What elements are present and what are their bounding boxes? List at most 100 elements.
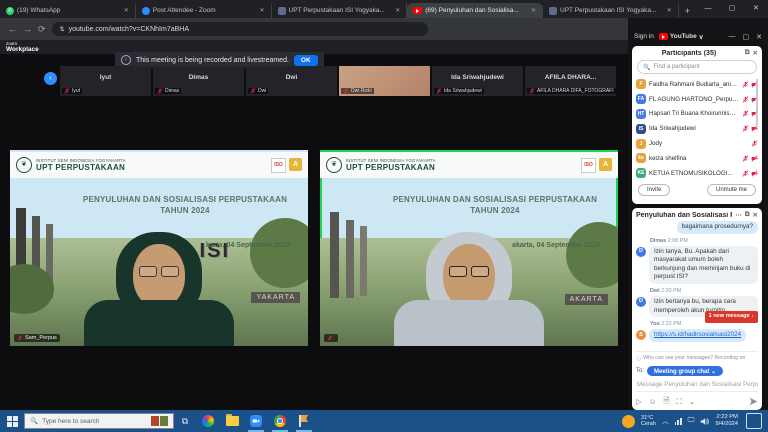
close-icon[interactable]: ✕ xyxy=(753,211,758,219)
tab-library-1[interactable]: UPT Perpustakaan ISI Yogyaka... ✕ xyxy=(272,3,408,18)
close-icon[interactable]: ✕ xyxy=(753,49,758,57)
maximize-button[interactable]: ▢ xyxy=(720,0,744,18)
popout-icon[interactable]: ⧉ xyxy=(745,49,750,57)
attach-file-icon[interactable]: 🗎 xyxy=(663,395,669,408)
participant-row[interactable]: F Faidha Rahmani Budiarta_anim... xyxy=(636,77,758,92)
chat-message-input[interactable]: Message Penyuluhan dan Sosialisasi Perpu… xyxy=(636,378,758,391)
tab-library-2[interactable]: UPT Perpustakaan ISI Yogyaka... ✕ xyxy=(543,3,679,18)
video-feed-left[interactable]: ISI YAKARTA ❦ INSTITUT SENI INDONESIA YO… xyxy=(10,150,308,346)
zoom-app-icon[interactable] xyxy=(244,410,268,432)
participant-search-input[interactable]: 🔍 Find a participant xyxy=(637,60,757,74)
close-button[interactable]: ✕ xyxy=(744,0,768,18)
filmstrip-tile[interactable]: Ida Sriwahjudewi Ida Sriwahjudewi xyxy=(432,66,523,96)
format-icon[interactable]: ▷ xyxy=(636,397,642,406)
close-button[interactable]: ✕ xyxy=(756,33,762,41)
reload-icon[interactable]: ⟳ xyxy=(38,24,46,35)
mic-muted-icon xyxy=(742,170,749,177)
isi-logo-icon: ❦ xyxy=(326,157,342,173)
emoji-icon[interactable]: ☺ xyxy=(649,397,657,406)
ok-button[interactable]: OK xyxy=(294,55,318,66)
filmstrip-tile[interactable]: Dimas Dimas xyxy=(153,66,244,96)
chrome-icon[interactable] xyxy=(268,410,292,432)
close-tab-icon[interactable]: ✕ xyxy=(667,7,672,14)
video-feed-right[interactable]: AKARTA ❦ INSTITUT SENI INDONESIA YOGYAKA… xyxy=(320,150,618,346)
site-info-icon[interactable]: ⇅ xyxy=(60,26,65,33)
tab-youtube-active[interactable]: (69) Penyuluhan dan Sosialisa... ✕ xyxy=(407,3,543,18)
tile-name-label: Iyut xyxy=(72,88,80,94)
weather-sun-icon[interactable] xyxy=(622,415,635,428)
tab-whatsapp[interactable]: ✆ (19) WhatsApp ✕ xyxy=(0,3,136,18)
url-field[interactable]: ⇅ youtube.com/watch?v=CKNhIm7aBHA xyxy=(52,22,428,36)
youtube-menu[interactable]: YouTube ∨ xyxy=(659,33,704,41)
mic-muted-icon xyxy=(742,96,749,103)
glasses xyxy=(447,266,491,275)
chevron-down-icon[interactable]: ⌄ xyxy=(689,397,695,406)
start-button[interactable] xyxy=(0,416,24,427)
invite-button[interactable]: Invite xyxy=(638,184,670,196)
action-center-icon[interactable] xyxy=(746,413,762,429)
weather-widget[interactable]: 31°C Cerah xyxy=(641,415,656,428)
close-tab-icon[interactable]: ✕ xyxy=(259,7,264,14)
yakarta-plaque: AKARTA xyxy=(565,294,608,305)
participant-row[interactable]: J Jody xyxy=(636,136,758,151)
popout-icon[interactable]: ⧉ xyxy=(745,211,750,219)
sign-in-button[interactable]: Sign in xyxy=(634,33,654,40)
speaker-right xyxy=(394,232,544,346)
filmstrip-tile[interactable]: AFIILA DHARA... AFILA DHARA DIFA_FOTOGRA… xyxy=(525,66,616,96)
scrollbar[interactable] xyxy=(756,79,759,125)
minimize-button[interactable]: — xyxy=(729,33,736,41)
window-controls: — ▢ ✕ xyxy=(696,0,768,18)
participant-row[interactable]: FA FL AGUNG HARTONO_Perpus ... xyxy=(636,92,758,107)
flag-app-icon[interactable] xyxy=(292,410,316,432)
library-icon xyxy=(278,7,286,15)
display-icon[interactable]: 🖵 xyxy=(688,417,695,425)
participant-row[interactable]: ks keiza shelfina xyxy=(636,151,758,166)
avatar: F xyxy=(636,79,646,89)
chat-bubble: Izin tanya, Bu. Apakah dari masyarakat u… xyxy=(649,246,758,284)
speaker-icon[interactable] xyxy=(700,417,709,426)
new-message-badge[interactable]: 1 new message ↓ xyxy=(705,311,758,323)
screenshot-icon[interactable]: ⛶ xyxy=(676,397,681,407)
info-icon: i xyxy=(121,55,131,65)
new-tab-button[interactable]: + xyxy=(685,6,690,16)
app-icon-colorwheel[interactable] xyxy=(196,410,220,432)
taskbar-clock[interactable]: 2:22 PM 9/4/2024 xyxy=(715,414,738,428)
zoom-icon xyxy=(142,7,150,15)
filmstrip-tile[interactable]: Iyut Iyut xyxy=(60,66,151,96)
chat-bubble-own: bagaimana prosedurnya? xyxy=(677,221,758,234)
speaker-left xyxy=(84,232,234,346)
forward-icon[interactable]: → xyxy=(23,24,32,34)
message-meta: Dwi 2:20 PM xyxy=(650,288,758,295)
chat-privacy-note[interactable]: ⓘ Who can see your messages? Recording o… xyxy=(636,351,758,364)
filmstrip-tile[interactable]: Dwi Dwi xyxy=(246,66,337,96)
search-icon: 🔍 xyxy=(30,417,38,425)
tile-name-label: AFILA DHARA DIFA_FOTOGRAFI xyxy=(537,88,614,94)
more-icon[interactable]: ⋯ xyxy=(735,211,742,219)
avatar: IS xyxy=(636,124,646,134)
maximize-button[interactable]: ▢ xyxy=(743,33,750,41)
video-stage: zoom Workplace i This meeting is being r… xyxy=(0,40,630,410)
filmstrip-tile-video[interactable]: Dwi Rizki xyxy=(339,66,430,96)
participant-row[interactable]: KE KETUA ETNOMUSIKOLOGI... xyxy=(636,166,758,181)
isi-logo-icon: ❦ xyxy=(16,157,32,173)
taskbar-search-input[interactable]: 🔍 Type here to search xyxy=(24,413,174,429)
recipient-selector[interactable]: Meeting group chat ⌄ xyxy=(647,366,723,376)
hidden-icons-chevron[interactable]: ︿ xyxy=(662,416,669,426)
chat-bubble-link[interactable]: https://s.id/hadirsosialisasi2024 xyxy=(649,329,746,342)
close-tab-icon[interactable]: ✕ xyxy=(124,7,129,14)
send-icon[interactable] xyxy=(749,397,758,406)
close-tab-icon[interactable]: ✕ xyxy=(531,7,536,14)
glasses xyxy=(137,266,181,275)
mic-muted-icon xyxy=(17,335,23,341)
tab-zoom-attendee[interactable]: Post Attendee - Zoom ✕ xyxy=(136,3,272,18)
network-icon[interactable] xyxy=(675,417,682,425)
participant-row[interactable]: HT Hapsari Tri Buana Khoirunnisa_... xyxy=(636,107,758,122)
task-view-button[interactable]: ⧉ xyxy=(174,416,196,427)
minimize-button[interactable]: — xyxy=(696,0,720,18)
file-explorer-icon[interactable] xyxy=(220,410,244,432)
participant-row[interactable]: IS Ida Sriwahjudewi xyxy=(636,121,758,136)
filmstrip-prev-button[interactable]: ‹ xyxy=(44,72,57,85)
unmute-me-button[interactable]: Unmute me xyxy=(707,184,756,196)
close-tab-icon[interactable]: ✕ xyxy=(395,7,400,14)
back-icon[interactable]: ← xyxy=(8,24,17,34)
